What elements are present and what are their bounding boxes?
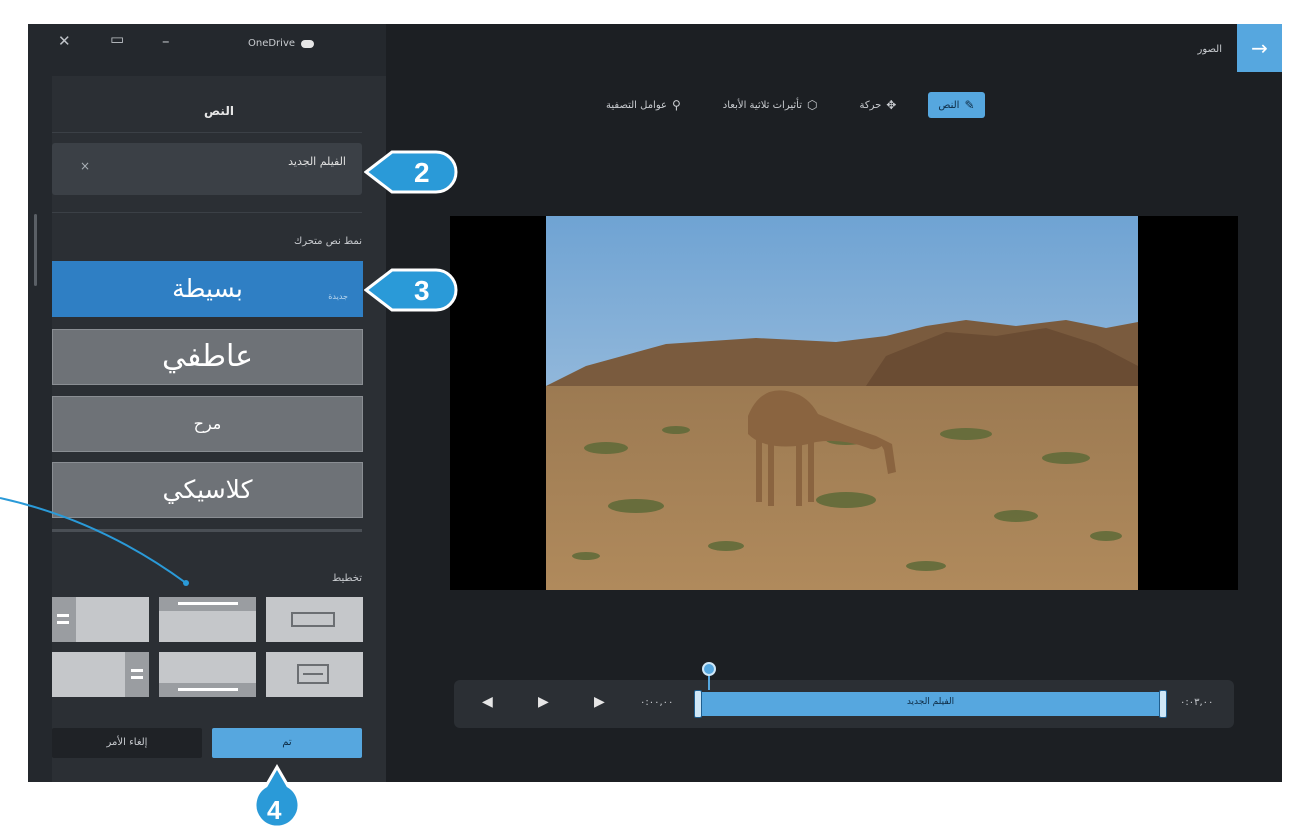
- motion-button[interactable]: ✥ حركة: [849, 92, 906, 118]
- panel-scrollbar[interactable]: [34, 214, 37, 286]
- style-option-emotional[interactable]: عاطفي: [52, 329, 363, 385]
- text-input-value[interactable]: الفيلم الجديد: [288, 155, 346, 168]
- filters-button[interactable]: ⚲ عوامل التصفية: [596, 92, 691, 118]
- layout-bar: [52, 597, 76, 642]
- 3d-effects-button[interactable]: ⬡ تأثيرات ثلاثية الأبعاد: [713, 92, 828, 118]
- text-label: النص: [938, 99, 960, 111]
- divider: [52, 212, 362, 213]
- callout-number: 4: [267, 795, 282, 825]
- style-option-classic[interactable]: كلاسيكي: [52, 462, 363, 518]
- styles-scroll-edge: [52, 529, 362, 532]
- layout-line: [303, 673, 323, 675]
- style-name: عاطفي: [161, 339, 254, 374]
- rewind-icon[interactable]: ◀: [482, 694, 493, 710]
- end-time: ٠:٠٣,٠٠: [1180, 697, 1214, 708]
- text-button[interactable]: ✎ النص: [928, 92, 985, 118]
- text-panel: النص الفيلم الجديد × نمط نص متحرك بسيطة …: [34, 76, 386, 782]
- panel-title: النص: [204, 104, 234, 118]
- camel-photo: [546, 216, 1138, 590]
- play-icon[interactable]: ▶: [538, 694, 549, 710]
- layout-option-top[interactable]: [159, 597, 256, 642]
- done-button[interactable]: تم: [212, 728, 362, 758]
- 3d-effects-icon: ⬡: [806, 98, 818, 112]
- clip-title: الفيلم الجديد: [906, 697, 955, 707]
- layout-bar: [125, 652, 149, 697]
- onedrive-label: OneDrive: [248, 38, 296, 49]
- callout-2: 2: [364, 150, 458, 194]
- layout-option-middle[interactable]: [266, 652, 363, 697]
- close-window-icon[interactable]: ✕: [58, 32, 71, 50]
- layout-line: [178, 602, 238, 605]
- video-preview: [450, 216, 1238, 590]
- motion-label: حركة: [859, 99, 882, 111]
- clip-end-handle[interactable]: [1159, 690, 1167, 718]
- layout-line: [57, 621, 69, 624]
- motion-icon: ✥: [886, 98, 897, 112]
- playhead[interactable]: [702, 662, 716, 690]
- text-input-field[interactable]: الفيلم الجديد ×: [52, 143, 362, 195]
- style-name: مرح: [193, 414, 222, 433]
- clip-track[interactable]: الفيلم الجديد: [694, 690, 1167, 718]
- layout-line: [178, 688, 238, 691]
- start-time: ٠:٠٠,٠٠: [640, 697, 674, 708]
- cloud-icon: [301, 39, 315, 48]
- step-forward-icon[interactable]: ▶: [594, 694, 605, 710]
- style-name: كلاسيكي: [162, 475, 253, 504]
- callout-number: 3: [414, 275, 430, 306]
- text-icon: ✎: [964, 98, 975, 112]
- new-badge: جديدة: [328, 292, 348, 301]
- minimize-window-icon[interactable]: –: [162, 32, 170, 50]
- layout-option-right[interactable]: [52, 652, 149, 697]
- divider: [52, 132, 362, 133]
- filter-icon: ⚲: [671, 98, 681, 112]
- callout-3: 3: [364, 268, 458, 312]
- app-window: ✕ ▭ – OneDrive النص الفيلم الجديد × نمط …: [28, 24, 1282, 782]
- layout-option-left[interactable]: [52, 597, 149, 642]
- filters-label: عوامل التصفية: [606, 99, 667, 111]
- layout-label: تخطيط: [332, 573, 362, 584]
- animated-text-style-label: نمط نص متحرك: [293, 236, 362, 247]
- layout-option-center[interactable]: [266, 597, 363, 642]
- editor-toolbar: ⚲ عوامل التصفية ⬡ تأثيرات ثلاثية الأبعاد…: [596, 92, 985, 118]
- layout-option-bottom[interactable]: [159, 652, 256, 697]
- layout-line: [57, 614, 69, 617]
- left-pane: ✕ ▭ – OneDrive النص الفيلم الجديد × نمط …: [28, 24, 386, 782]
- layout-line: [131, 669, 143, 672]
- callout-number: 2: [414, 157, 430, 188]
- layout-box: [291, 612, 335, 627]
- 3d-effects-label: تأثيرات ثلاثية الأبعاد: [722, 99, 802, 111]
- callout-shape: [364, 268, 458, 312]
- style-option-fun[interactable]: مرح: [52, 396, 363, 452]
- style-option-simple[interactable]: بسيطة جديدة: [52, 261, 363, 317]
- layout-line: [131, 676, 143, 679]
- clear-text-icon[interactable]: ×: [80, 159, 90, 173]
- timeline-bar: ◀ ▶ ▶ ٠:٠٠,٠٠ الفيلم الجديد ٠:٠٣,٠٠: [454, 662, 1234, 728]
- callout-shape: [364, 150, 458, 194]
- playhead-knob[interactable]: [702, 662, 716, 676]
- callout-4: 4: [253, 764, 301, 827]
- onedrive-status[interactable]: OneDrive: [248, 38, 315, 49]
- maximize-window-icon[interactable]: ▭: [110, 30, 124, 48]
- cancel-button[interactable]: إلغاء الأمر: [52, 728, 202, 758]
- app-title: الصور: [1197, 44, 1223, 55]
- back-button[interactable]: →: [1237, 24, 1282, 72]
- style-name: بسيطة: [172, 274, 243, 303]
